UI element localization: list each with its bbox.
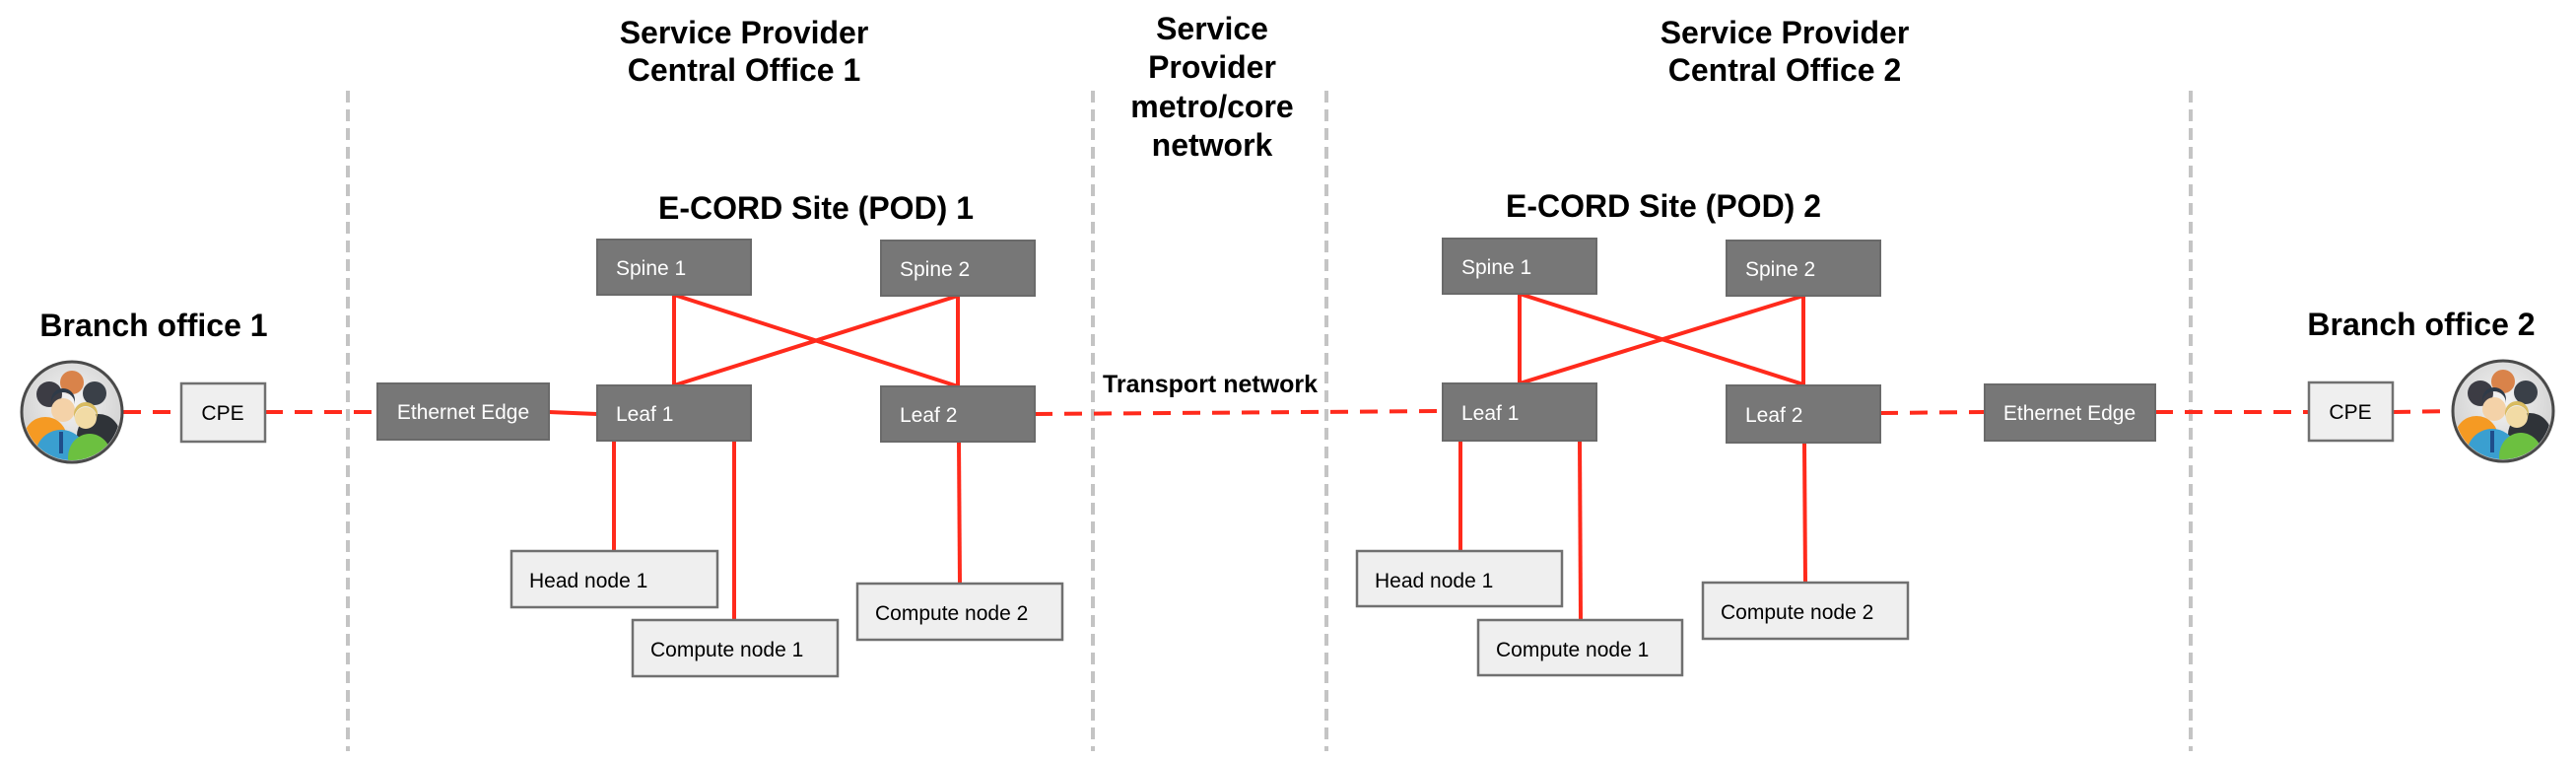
pod2-compute-node-1[interactable]: Compute node 1 <box>1476 618 1684 677</box>
region-metro-title-line2: Provider <box>1148 49 1276 85</box>
link-cpe2-avatar2 <box>2392 409 2454 414</box>
cpe1-box[interactable]: CPE <box>179 381 267 444</box>
pod1-leaf2-label: Leaf 2 <box>900 404 957 427</box>
pod2-spine1[interactable]: Spine 1 <box>1442 238 1597 295</box>
branch2-title: Branch office 2 <box>2307 307 2535 342</box>
region-metro-title-line4: network <box>1152 127 1273 163</box>
pod2-compute-node-1-label: Compute node 1 <box>1496 639 1649 661</box>
pod1-spine2-label: Spine 2 <box>900 258 970 281</box>
pod1-ethernet-edge-label: Ethernet Edge <box>397 401 529 424</box>
pod1-ethernet-edge[interactable]: Ethernet Edge <box>376 382 550 441</box>
link-transport <box>1034 409 1444 416</box>
region-co2-title-line2: Central Office 2 <box>1668 52 1902 88</box>
region-metro-title-line3: metro/core <box>1130 89 1293 124</box>
cpe2-box[interactable]: CPE <box>2307 380 2395 443</box>
pod1-leaf1[interactable]: Leaf 1 <box>596 384 752 442</box>
pod1-spine1[interactable]: Spine 1 <box>596 239 752 296</box>
pod2-spine2-label: Spine 2 <box>1745 258 1815 281</box>
cpe1-label: CPE <box>201 402 243 425</box>
region-co1-title-line1: Service Provider <box>620 15 869 50</box>
pod2-spine1-label: Spine 1 <box>1461 256 1531 279</box>
pod1-compute-node-2[interactable]: Compute node 2 <box>855 582 1064 642</box>
link-pod2-leaf2-compute2 <box>1802 442 1807 584</box>
pod2-head-node[interactable]: Head node 1 <box>1355 549 1564 608</box>
region-co2-title-line1: Service Provider <box>1661 15 1910 50</box>
pod2-head-node-label: Head node 1 <box>1375 570 1493 592</box>
link-pod1-leaf2-compute2 <box>957 441 962 585</box>
pod1-spine1-label: Spine 1 <box>616 257 686 280</box>
link-pod2-leaf1-compute1 <box>1578 440 1583 621</box>
pod2-compute-node-2-label: Compute node 2 <box>1721 601 1873 624</box>
user-group-icon <box>20 360 124 464</box>
link-leaf2-ethedge2 <box>1879 410 1986 415</box>
pod2-leaf1-label: Leaf 1 <box>1461 402 1519 425</box>
pod1-compute-node-1[interactable]: Compute node 1 <box>631 618 840 678</box>
pod2-leaf2-label: Leaf 2 <box>1745 404 1802 427</box>
region-metro-title-line1: Service <box>1156 11 1268 46</box>
pod2-compute-node-2[interactable]: Compute node 2 <box>1701 581 1910 641</box>
transport-network-label: Transport network <box>1103 371 1318 398</box>
region-co1-title-line2: Central Office 1 <box>628 52 861 88</box>
network-diagram: Service Provider Central Office 1 Servic… <box>20 11 2555 751</box>
pod1-leaf1-label: Leaf 1 <box>616 403 673 426</box>
link-ethedge1-leaf1 <box>548 410 598 416</box>
pod2-ethernet-edge[interactable]: Ethernet Edge <box>1984 383 2156 442</box>
pod2-leaf2[interactable]: Leaf 2 <box>1726 384 1881 444</box>
pod2-title: E-CORD Site (POD) 2 <box>1506 188 1821 224</box>
pod2-spine2[interactable]: Spine 2 <box>1726 240 1881 297</box>
pod1-compute-node-2-label: Compute node 2 <box>875 602 1028 625</box>
pod1-title: E-CORD Site (POD) 1 <box>658 190 974 226</box>
user-group-icon <box>2451 359 2555 463</box>
pod1-head-node[interactable]: Head node 1 <box>509 549 719 609</box>
pod1-leaf2[interactable]: Leaf 2 <box>880 385 1036 443</box>
pod1-spine2[interactable]: Spine 2 <box>880 240 1036 297</box>
pod1-compute-node-1-label: Compute node 1 <box>650 639 803 661</box>
branch1-title: Branch office 1 <box>39 308 267 343</box>
cpe2-label: CPE <box>2329 401 2371 424</box>
pod2-ethernet-edge-label: Ethernet Edge <box>2003 402 2135 425</box>
pod2-leaf1[interactable]: Leaf 1 <box>1442 382 1597 442</box>
pod1-head-node-label: Head node 1 <box>529 570 647 592</box>
